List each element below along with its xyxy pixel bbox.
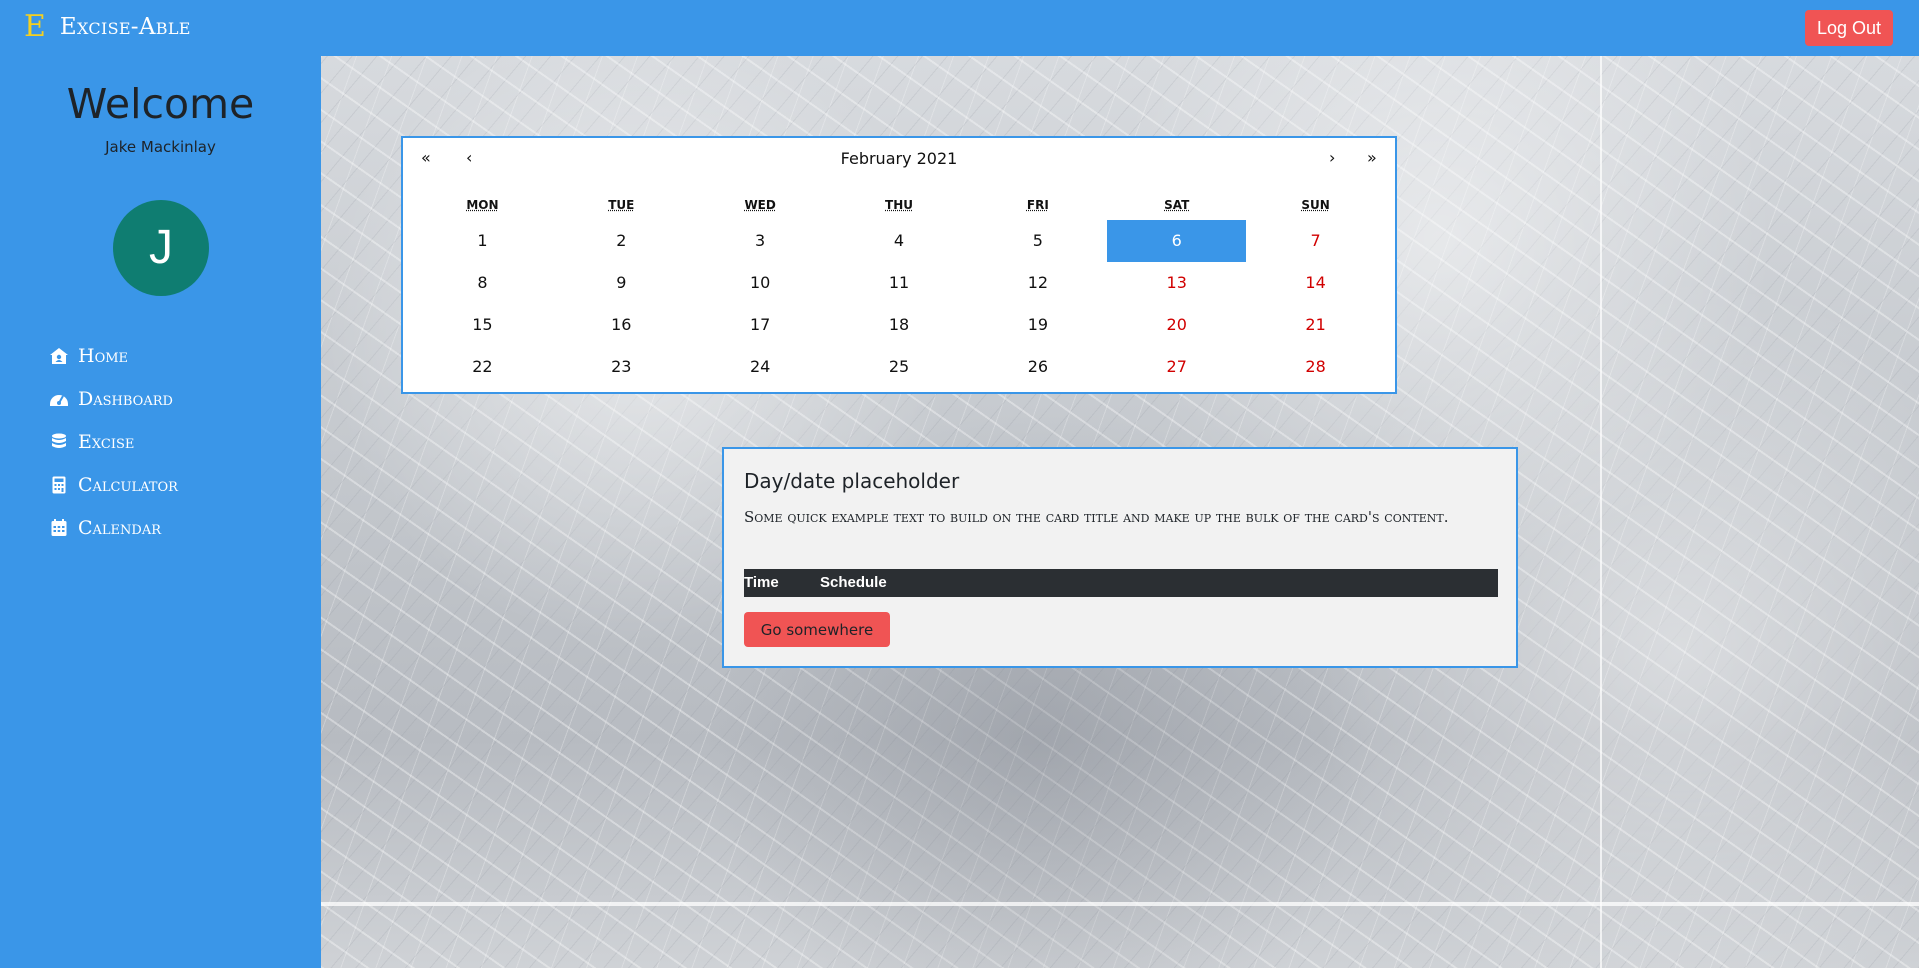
calendar-day[interactable]: 21	[1246, 304, 1385, 346]
calendar-day[interactable]: 20	[1107, 304, 1246, 346]
next-month-button[interactable]: ›	[1329, 148, 1335, 167]
calendar-grid: MON TUE WED THU FRI SAT SUN 1 2 3 4 5 6 7 8 9 10 1…	[413, 198, 1385, 388]
welcome-heading: Welcome	[66, 80, 255, 128]
column-header-time: Time	[744, 574, 779, 591]
calendar-day[interactable]: 10	[691, 262, 830, 304]
schedule-table-header: Time Schedule	[744, 569, 1498, 597]
calendar-day[interactable]: 24	[691, 346, 830, 388]
sidebar-item-calendar[interactable]: Calendar	[48, 506, 178, 549]
schedule-card: Day/date placeholder Some quick example …	[722, 447, 1518, 668]
sidebar-item-label: Calendar	[78, 516, 162, 539]
calendar-widget: February 2021 « ‹ › » MON TUE WED THU FR…	[401, 136, 1397, 394]
calendar-day[interactable]: 14	[1246, 262, 1385, 304]
calendar-day[interactable]: 4	[830, 220, 969, 262]
calendar-day[interactable]: 7	[1246, 220, 1385, 262]
calendar-day[interactable]: 6	[1107, 220, 1247, 262]
calendar-day[interactable]: 26	[968, 346, 1107, 388]
calendar-day[interactable]: 25	[830, 346, 969, 388]
calendar-day[interactable]: 12	[968, 262, 1107, 304]
sidebar-item-calculator[interactable]: Calculator	[48, 463, 178, 506]
sidebar: Welcome Jake Mackinlay J Home Dashboard …	[0, 56, 321, 968]
column-header-schedule: Schedule	[820, 574, 887, 591]
calendar-day[interactable]: 11	[830, 262, 969, 304]
sidebar-item-dashboard[interactable]: Dashboard	[48, 377, 178, 420]
home-icon	[48, 346, 70, 366]
calendar-navigation: February 2021 « ‹ › »	[403, 138, 1395, 182]
calculator-icon	[48, 475, 70, 495]
background-tile-seam	[321, 902, 1919, 906]
go-somewhere-button[interactable]: Go somewhere	[744, 612, 890, 647]
card-title: Day/date placeholder	[744, 469, 960, 493]
calendar-day[interactable]: 13	[1107, 262, 1246, 304]
calendar-day[interactable]: 15	[413, 304, 552, 346]
calendar-day[interactable]: 28	[1246, 346, 1385, 388]
calendar-week-row: 1234567	[413, 220, 1385, 262]
sidebar-nav: Home Dashboard Excise Calculator Calenda…	[48, 334, 178, 549]
calendar-day[interactable]: 9	[552, 262, 691, 304]
calendar-day[interactable]: 19	[968, 304, 1107, 346]
prev-year-button[interactable]: «	[421, 148, 431, 167]
calendar-day[interactable]: 8	[413, 262, 552, 304]
calendar-day[interactable]: 22	[413, 346, 552, 388]
calendar-day[interactable]: 16	[552, 304, 691, 346]
weekday-label: SAT	[1164, 198, 1190, 212]
weekday-label: FRI	[1026, 198, 1049, 212]
weekday-header: MON TUE WED THU FRI SAT SUN	[413, 198, 1385, 216]
calendar-month-label[interactable]: February 2021	[403, 149, 1395, 168]
database-icon	[48, 432, 70, 452]
weekday-label: MON	[466, 198, 499, 212]
calendar-day[interactable]: 17	[691, 304, 830, 346]
calendar-weeks: 1 2 3 4 5 6 7 8 9 10 11 12 13 14 15 16 17 18 19 20 21 22 23 24 2…	[413, 220, 1385, 388]
main-content: February 2021 « ‹ › » MON TUE WED THU FR…	[321, 56, 1919, 968]
calendar-day[interactable]: 2	[552, 220, 691, 262]
weekday-label: WED	[744, 198, 776, 212]
brand-logo: E	[24, 9, 46, 44]
weekday-label: TUE	[608, 198, 635, 212]
prev-month-button[interactable]: ‹	[466, 148, 472, 167]
sidebar-item-label: Calculator	[78, 473, 178, 496]
sidebar-item-label: Home	[78, 344, 129, 367]
top-navbar: E Excise-Able Log Out	[0, 0, 1919, 56]
calendar-day[interactable]: 5	[968, 220, 1107, 262]
brand-name: Excise-Able	[59, 14, 191, 40]
sidebar-item-label: Excise	[78, 430, 135, 453]
logout-button[interactable]: Log Out	[1804, 10, 1893, 46]
calendar-icon	[48, 518, 70, 538]
calendar-day[interactable]: 1	[413, 220, 552, 262]
card-text: Some quick example text to build on the …	[744, 508, 1449, 526]
calendar-day[interactable]: 23	[552, 346, 691, 388]
sidebar-item-excise[interactable]: Excise	[48, 420, 178, 463]
calendar-week-row: 22 23 24 25 26 27 28	[413, 346, 1385, 388]
calendar-day[interactable]: 27	[1107, 346, 1246, 388]
calendar-week-row: 8 9 10 11 12 13 14	[413, 262, 1385, 304]
next-year-button[interactable]: »	[1367, 148, 1377, 167]
calendar-day[interactable]: 3	[691, 220, 830, 262]
avatar[interactable]: J	[113, 200, 209, 296]
sidebar-item-label: Dashboard	[78, 387, 173, 410]
background-tile-seam	[1600, 56, 1602, 968]
brand-link[interactable]: E Excise-Able	[24, 12, 191, 42]
weekday-label: SUN	[1301, 198, 1330, 212]
calendar-day[interactable]: 18	[830, 304, 969, 346]
calendar-week-row: 15 16 17 18 19 20 21	[413, 304, 1385, 346]
dashboard-icon	[48, 389, 70, 409]
user-name: Jake Mackinlay	[105, 138, 216, 156]
weekday-label: THU	[885, 198, 913, 212]
sidebar-item-home[interactable]: Home	[48, 334, 178, 377]
